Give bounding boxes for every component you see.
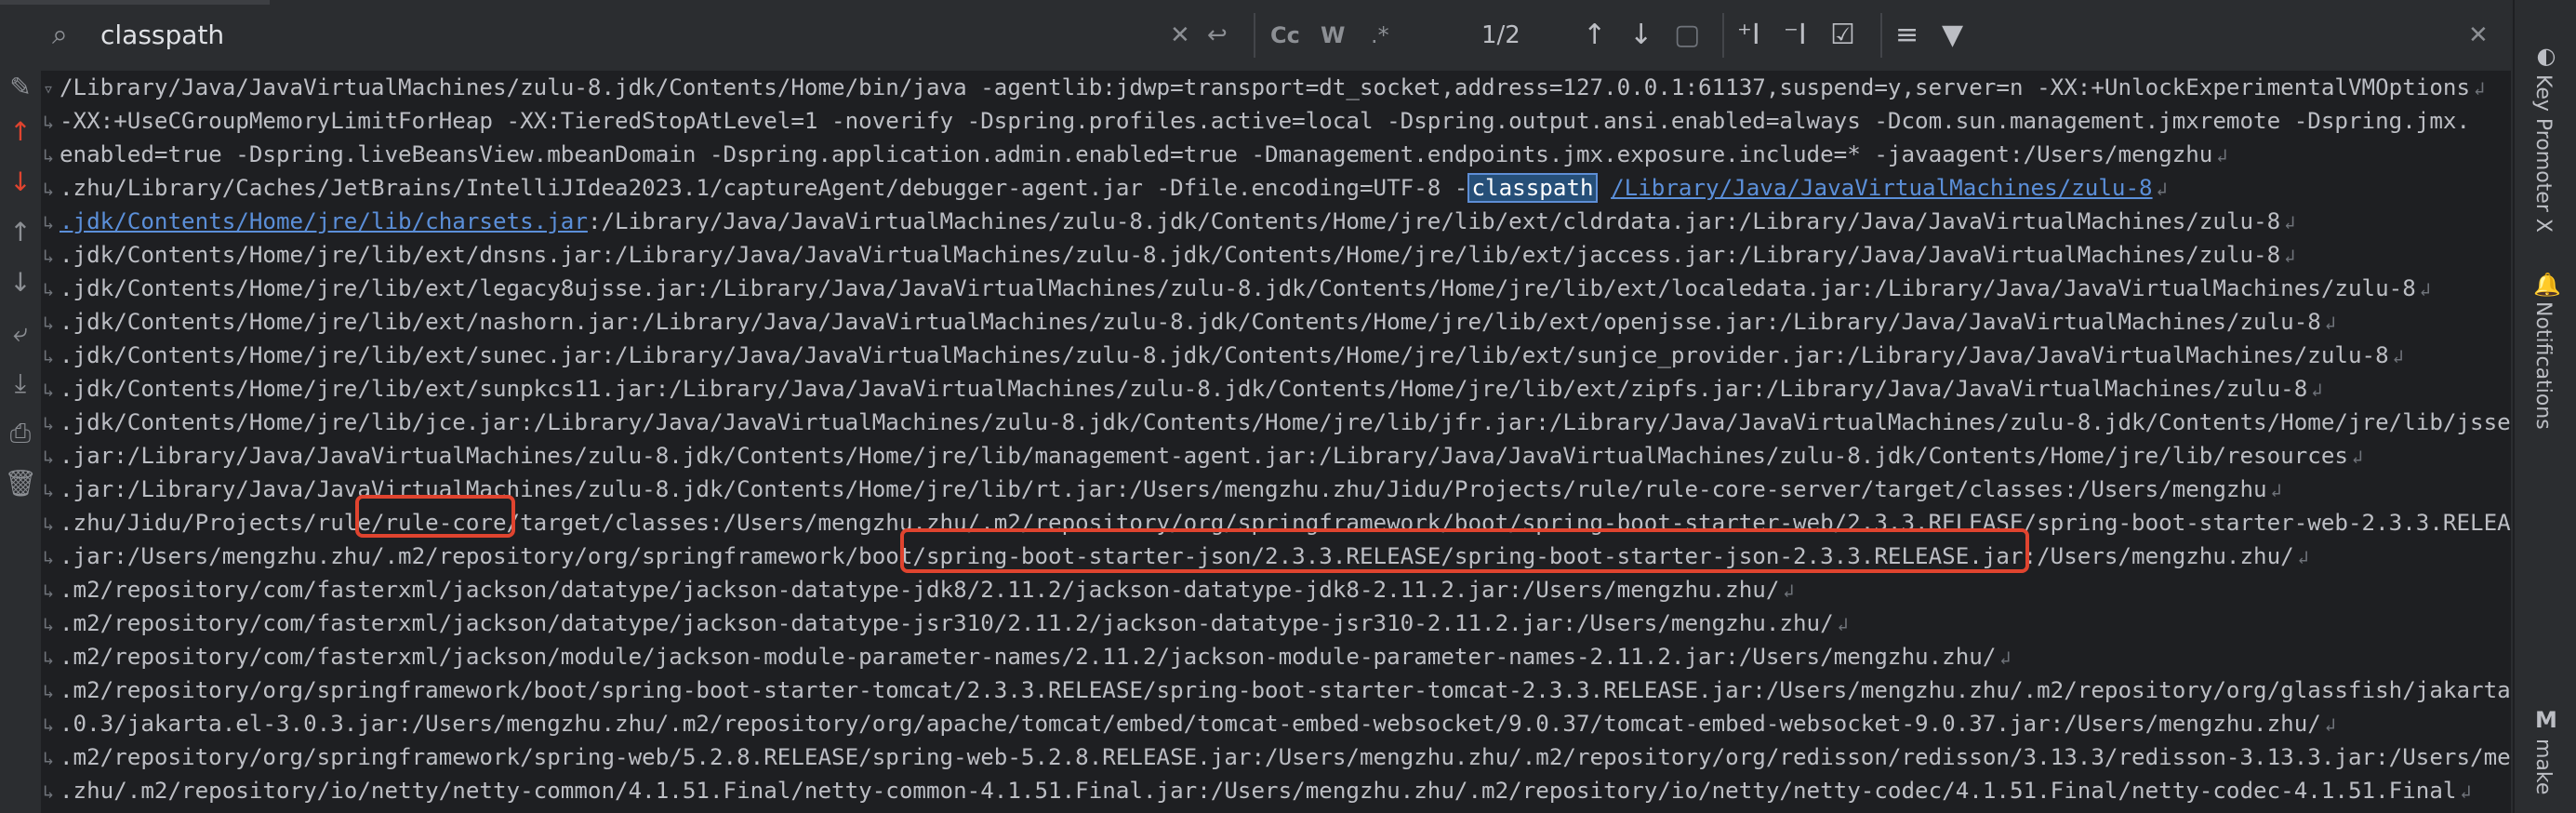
console-line: ↳ .zhu/Library/Caches/JetBrains/IntelliJI… <box>43 171 2168 205</box>
console-line: ↳ -XX:+UseCGroupMemoryLimitForHeap -XX:Ti… <box>43 104 2470 138</box>
console-line: ↳ .jdk/Contents/Home/jre/lib/charsets.jar… <box>43 205 2295 238</box>
console-line: ▿/Library/Java/JavaVirtualMachines/zulu-… <box>43 71 2485 104</box>
wrap-icon: ↳ <box>43 278 55 300</box>
wrap-icon: ↳ <box>43 312 55 334</box>
previous-occurrence-icon[interactable]: ↑ <box>1583 17 1606 54</box>
wrap-icon: ↳ <box>43 379 55 401</box>
search-icon[interactable]: ⌕ <box>52 17 68 54</box>
tab-indicator <box>0 0 270 5</box>
console-line: ↳ enabled=true -Dspring.liveBeansView.mbe… <box>43 138 2227 171</box>
scroll-down-icon[interactable]: ↓ <box>4 266 37 300</box>
classpath-link[interactable]: /Library/Java/JavaVirtualMachines/zulu-8 <box>1611 175 2152 201</box>
regex-icon[interactable]: .* <box>1371 17 1389 54</box>
wrap-icon: ↳ <box>43 211 55 233</box>
clear-console-icon[interactable]: ✎ <box>4 71 37 104</box>
scroll-to-end-icon[interactable]: ⤓ <box>4 367 37 400</box>
wrap-icon: ↳ <box>43 345 55 367</box>
console-line: ↳ .zhu/Jidu/Projects/rule/rule-core/targe… <box>43 506 2511 540</box>
regex-replace-icon[interactable]: ↩ <box>1207 17 1228 54</box>
separator <box>1722 13 1724 58</box>
console-line: ↳ .m2/repository/com/fasterxml/jackson/da… <box>43 573 1794 606</box>
console-line: ↳ .m2/repository/com/fasterxml/jackson/mo… <box>43 640 2011 673</box>
wrap-icon: ↳ <box>43 446 55 468</box>
whole-words-icon[interactable]: W <box>1321 17 1345 54</box>
stop-icon[interactable]: ↓ <box>4 166 37 199</box>
wrap-icon: ↳ <box>43 412 55 434</box>
console-line: ↳ .jdk/Contents/Home/jre/lib/ext/dnsns.ja… <box>43 238 2295 272</box>
console-line: ↳ .jdk/Contents/Home/jre/lib/ext/nashorn.… <box>43 305 2336 339</box>
separator <box>1880 13 1882 58</box>
rerun-icon[interactable]: ↑ <box>4 115 37 149</box>
console-line: ↳ .m2/repository/com/fasterxml/jackson/da… <box>43 606 1849 640</box>
console-line: ↳ .jdk/Contents/Home/jre/lib/ext/sunec.ja… <box>43 339 2404 372</box>
console-line: ↳ .jar:/Library/Java/JavaVirtualMachines/… <box>43 473 2282 506</box>
trash-icon[interactable]: 🗑 <box>4 467 37 500</box>
make-tab[interactable]: make <box>2531 739 2555 794</box>
multiline-icon[interactable]: ≡ <box>1895 17 1919 54</box>
wrap-icon: ↳ <box>43 178 55 200</box>
wrap-icon: ↳ <box>43 144 55 167</box>
wrap-icon: ↳ <box>43 479 55 501</box>
wrap-icon: ↳ <box>43 513 55 535</box>
remove-occurrence-icon[interactable]: ⁻Ⅰ <box>1784 17 1807 54</box>
wrap-icon: ↳ <box>43 111 55 133</box>
console-output[interactable]: ▿ /Library/Java/JavaVirtualMachines/zulu-… <box>43 71 2511 813</box>
key-promoter-tab[interactable]: Key Promoter X <box>2531 74 2555 233</box>
clear-icon[interactable]: ✕ <box>1170 17 1190 54</box>
wrap-icon: ↳ <box>43 580 55 602</box>
bell-icon[interactable]: 🔔 <box>2533 272 2561 298</box>
console-search-bar: ⌕ classpath ✕ ↩ Cc W .* 1/2 ↑ ↓ ▢ ⁺Ⅰ ⁻Ⅰ … <box>0 0 2511 73</box>
console-line: ↳ .0.3/jakarta.el-3.0.3.jar:/Users/mengzh… <box>43 707 2336 740</box>
console-toolbar: ✎ ↑ ↓ ↑ ↓ ⤶ ⤓ ⎙ 🗑 <box>0 71 43 813</box>
key-promoter-icon[interactable]: ◐ <box>2533 43 2559 69</box>
match-case-icon[interactable]: Cc <box>1270 17 1300 54</box>
make-icon[interactable]: M <box>2533 707 2559 733</box>
print-icon[interactable]: ⎙ <box>4 417 37 450</box>
soft-wrap-icon[interactable]: ⤶ <box>4 316 37 350</box>
notifications-tab[interactable]: Notifications <box>2531 301 2555 430</box>
console-line: ↳ .jar:/Library/Java/JavaVirtualMachines/… <box>43 439 2363 473</box>
wrap-icon: ↳ <box>43 747 55 769</box>
scroll-up-icon[interactable]: ↑ <box>4 216 37 249</box>
fold-icon[interactable]: ▿ <box>43 72 60 105</box>
console-line: ↳ .m2/repository/org/springframework/boot… <box>43 673 2511 707</box>
console-line: ↳ .jdk/Contents/Home/jre/lib/ext/sunpkcs1… <box>43 372 2322 406</box>
add-occurrence-icon[interactable]: ⁺Ⅰ <box>1737 17 1760 54</box>
wrap-icon: ↳ <box>43 546 55 568</box>
wrap-icon: ↳ <box>43 780 55 803</box>
select-all-icon[interactable]: ☑ <box>1830 17 1855 54</box>
wrap-icon: ↳ <box>43 646 55 669</box>
wrap-icon: ↳ <box>43 713 55 736</box>
console-line: ↳ .jdk/Contents/Home/jre/lib/ext/legacy8u… <box>43 272 2431 305</box>
next-occurrence-icon[interactable]: ↓ <box>1629 17 1653 54</box>
filter-results-icon[interactable]: ▢ <box>1674 17 1700 54</box>
classpath-link[interactable]: .jdk/Contents/Home/jre/lib/charsets.jar <box>60 208 588 234</box>
wrap-icon: ↳ <box>43 680 55 702</box>
console-line: ↳ .m2/repository/org/springframework/spri… <box>43 740 2511 774</box>
wrap-icon: ↳ <box>43 245 55 267</box>
right-tool-strip: ◐ Key Promoter X 🔔 Notifications M make <box>2513 0 2576 813</box>
search-input[interactable]: classpath <box>100 15 224 56</box>
filter-icon[interactable]: ▼ <box>1942 17 1963 54</box>
console-line: ↳ .jar:/Users/mengzhu.zhu/.m2/repository/… <box>43 540 2309 573</box>
separator <box>1254 13 1255 58</box>
console-line: ↳ .zhu/.m2/repository/io/netty/netty-comm… <box>43 774 2472 807</box>
wrap-icon: ↳ <box>43 613 55 635</box>
match-count: 1/2 <box>1481 21 1520 49</box>
close-icon[interactable]: ✕ <box>2468 17 2489 54</box>
search-match-highlight: classpath <box>1467 173 1598 203</box>
console-line: ↳ .jdk/Contents/Home/jre/lib/jce.jar:/Lib… <box>43 406 2511 439</box>
